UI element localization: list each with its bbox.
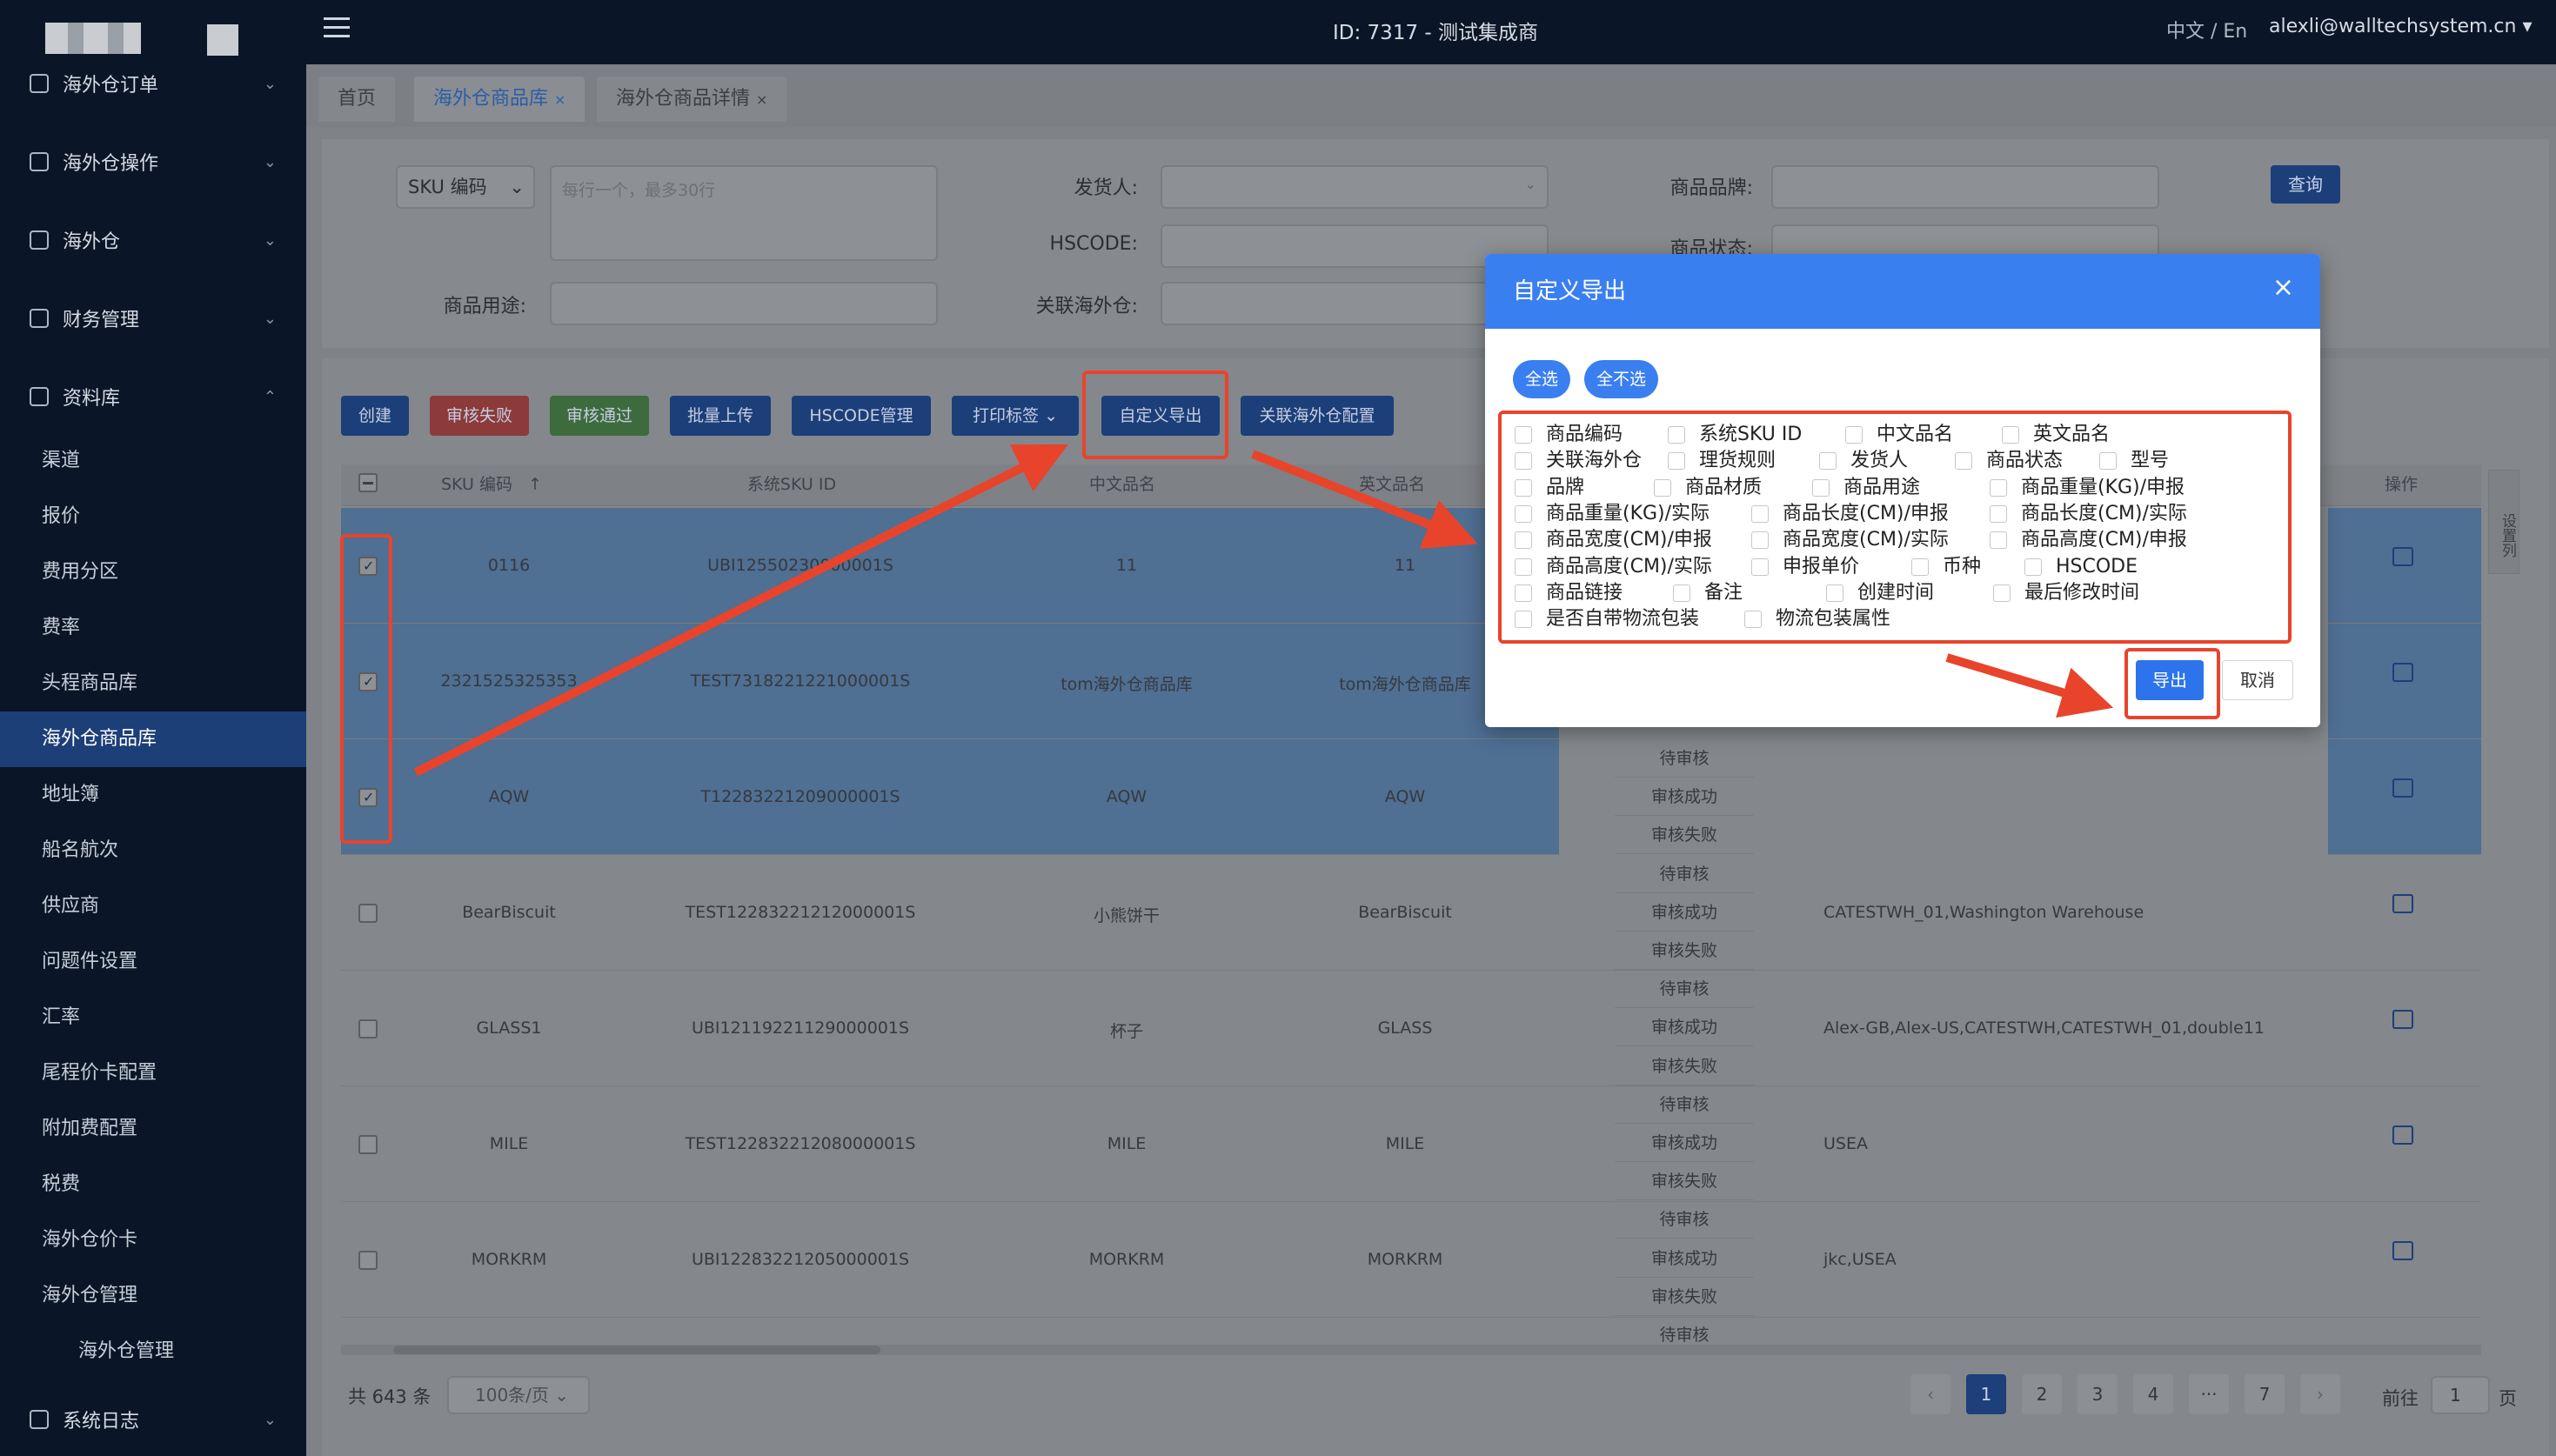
- arrow-to-dialog: [1251, 450, 1478, 549]
- arrow-to-export-button: [413, 444, 1068, 777]
- arrow-to-export: [1945, 653, 2114, 718]
- annotation-arrows: [413, 444, 2114, 777]
